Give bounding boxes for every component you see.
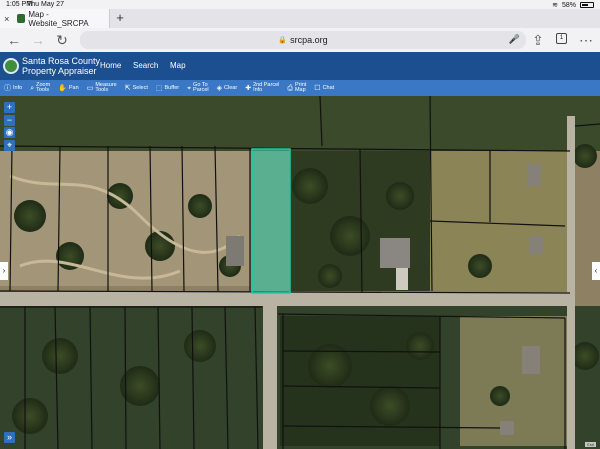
- tool-zoom[interactable]: ⌕ Zoom Tools: [30, 82, 50, 93]
- tool-print-map[interactable]: ⎙ Print Map: [287, 82, 306, 93]
- tab-title: Map - Website_SRCPA: [28, 9, 89, 28]
- site-header: Santa Rosa County Property Appraiser Hom…: [0, 52, 600, 80]
- browser-toolbar: ← → ↻ 🔒 srcpa.org 🎤 ⇪ 1 ⋯: [0, 28, 600, 52]
- zoom-out-button[interactable]: −: [4, 115, 15, 126]
- more-button[interactable]: ⋯: [578, 32, 594, 48]
- lock-icon: 🔒: [278, 37, 288, 44]
- url-text: srcpa.org: [290, 35, 328, 45]
- parcel-info-icon: ✚: [245, 84, 252, 92]
- left-panel-toggle[interactable]: ›: [0, 262, 8, 280]
- tool-goto-parcel[interactable]: ⌖ Go To Parcel: [187, 82, 209, 93]
- nav-home[interactable]: Home: [100, 61, 121, 70]
- aerial-imagery: [0, 96, 600, 449]
- right-panel-toggle[interactable]: ‹: [592, 262, 600, 280]
- tab-strip: × Map - Website_SRCPA +: [0, 9, 600, 28]
- county-seal-icon[interactable]: [3, 58, 19, 74]
- chat-icon: ☐: [314, 84, 321, 92]
- tool-2nd-parcel-info[interactable]: ✚ 2nd Parcel Info: [245, 82, 279, 93]
- buffer-icon: ⬚: [155, 84, 163, 92]
- locate-icon[interactable]: ⌖: [4, 140, 15, 151]
- microphone-icon[interactable]: 🎤: [509, 34, 520, 45]
- brand-line-2: Property Appraiser: [22, 66, 97, 76]
- tool-clear[interactable]: ◈ Clear: [216, 84, 238, 92]
- zoom-icon: ⌕: [30, 84, 35, 92]
- map-attribution: Esri: [585, 442, 596, 447]
- info-icon: ⓘ: [4, 84, 11, 92]
- share-button[interactable]: ⇪: [530, 32, 546, 48]
- globe-icon[interactable]: ◉: [4, 127, 15, 138]
- basemap-toggle-icon[interactable]: »: [4, 432, 15, 443]
- battery-icon: [580, 2, 594, 8]
- clear-icon: ◈: [216, 84, 223, 92]
- brand-line-1: Santa Rosa County: [22, 56, 101, 66]
- pan-icon: ✋: [58, 84, 67, 92]
- back-button[interactable]: ←: [6, 32, 22, 48]
- reload-button[interactable]: ↻: [54, 32, 70, 48]
- print-icon: ⎙: [287, 84, 293, 92]
- forward-button[interactable]: →: [30, 32, 46, 48]
- browser-tab[interactable]: × Map - Website_SRCPA: [0, 9, 110, 28]
- address-bar[interactable]: 🔒 srcpa.org 🎤: [80, 31, 526, 49]
- site-brand[interactable]: Santa Rosa County Property Appraiser: [22, 56, 100, 76]
- goto-icon: ⌖: [187, 84, 192, 92]
- tool-chat[interactable]: ☐ Chat: [314, 84, 334, 92]
- status-date: Thu May 27: [27, 1, 64, 8]
- tool-measure[interactable]: ▭ Measure Tools: [86, 82, 117, 93]
- favicon-icon: [16, 14, 26, 23]
- tab-count-button[interactable]: 1: [556, 33, 567, 44]
- close-tab-icon[interactable]: ×: [0, 14, 14, 24]
- tool-buffer[interactable]: ⬚ Buffer: [155, 84, 179, 92]
- battery-percent: 58%: [561, 1, 576, 9]
- tool-info[interactable]: ⓘ Info: [4, 84, 22, 92]
- select-icon: ⇱: [124, 84, 131, 92]
- nav-map[interactable]: Map: [170, 61, 186, 70]
- zoom-in-button[interactable]: +: [4, 102, 15, 113]
- map-view[interactable]: + − ◉ ⌖ › ‹ » Esri: [0, 96, 600, 449]
- tool-pan[interactable]: ✋ Pan: [58, 84, 79, 92]
- measure-icon: ▭: [86, 84, 94, 92]
- status-bar: 1:05 PM Thu May 27 ≋ 58%: [0, 0, 600, 9]
- nav-search[interactable]: Search: [133, 61, 158, 70]
- wifi-icon: ≋: [552, 2, 558, 9]
- map-toolbar: ⓘ Info ⌕ Zoom Tools ✋ Pan ▭ Measure Tools ⇱ S…: [0, 80, 600, 96]
- new-tab-button[interactable]: +: [113, 9, 127, 28]
- tool-select[interactable]: ⇱ Select: [124, 84, 148, 92]
